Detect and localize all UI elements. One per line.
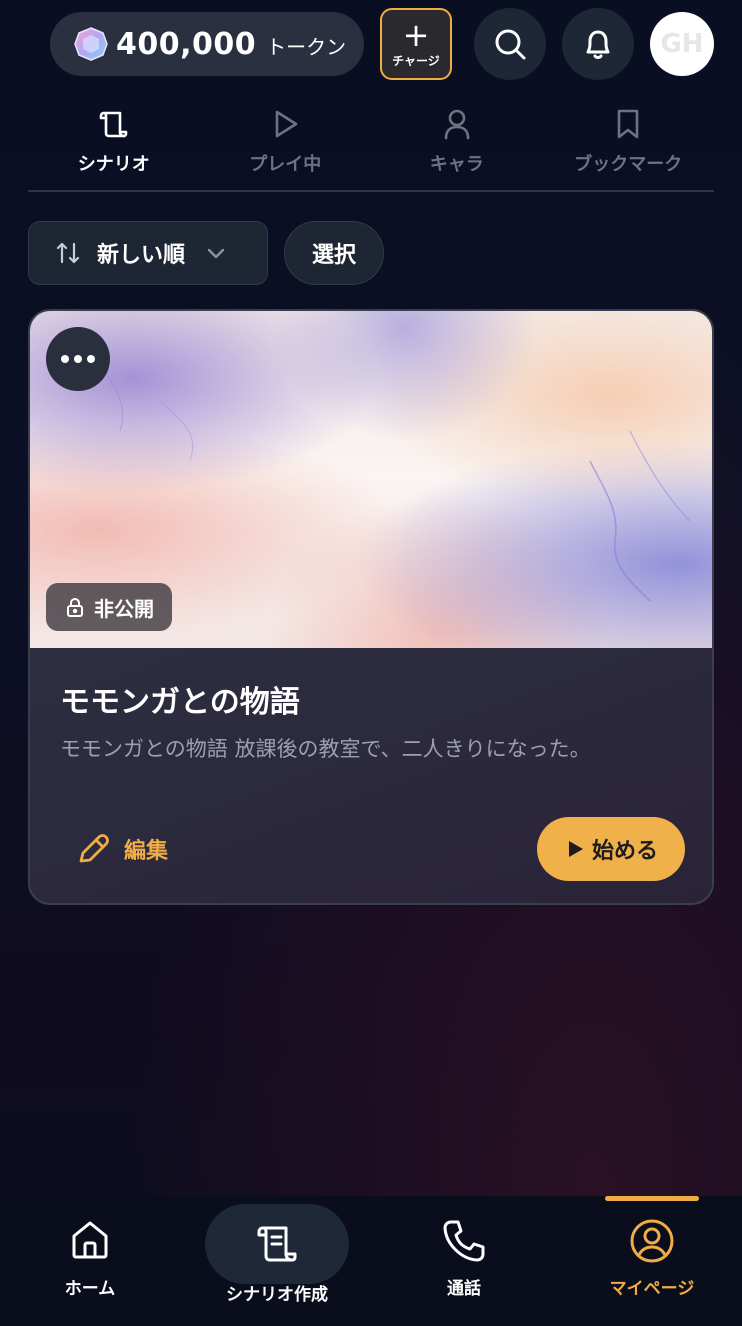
tab-label: シナリオ: [77, 154, 150, 175]
chevron-down-icon: [207, 248, 225, 259]
play-icon: [275, 110, 298, 138]
nav-mypage[interactable]: マイページ: [602, 1196, 702, 1326]
token-amount: 400,000: [116, 26, 257, 62]
tab-label: プレイ中: [249, 154, 322, 175]
sort-label: 新しい順: [97, 243, 186, 268]
gem-icon: [74, 27, 108, 61]
sort-arrows-icon: [56, 242, 80, 264]
tab-playing[interactable]: プレイ中: [200, 100, 372, 190]
edit-label: 編集: [124, 839, 169, 864]
tab-label: ブックマーク: [574, 154, 683, 175]
search-button[interactable]: [474, 8, 546, 80]
nav-home[interactable]: ホーム: [40, 1196, 140, 1326]
nav-label: シナリオ作成: [226, 1285, 328, 1305]
edit-button[interactable]: 編集: [76, 827, 168, 871]
nav-call[interactable]: 通話: [414, 1196, 514, 1326]
sort-dropdown[interactable]: 新しい順: [28, 221, 268, 285]
scroll-icon: [99, 111, 128, 138]
lock-icon: [67, 598, 83, 617]
notifications-button[interactable]: [562, 8, 634, 80]
bookmark-icon: [617, 109, 639, 139]
profile-icon: [630, 1219, 674, 1263]
tab-bookmarks[interactable]: ブックマーク: [543, 100, 715, 190]
scenario-card[interactable]: 非公開 モモンガとの物語 モモンガとの物語 放課後の教室で、二人きりになった。 …: [28, 309, 714, 905]
scroll-icon: [257, 1226, 297, 1262]
scenario-cover-image: 非公開: [30, 311, 712, 648]
tab-label: キャラ: [429, 154, 484, 175]
token-balance[interactable]: 400,000 トークン: [50, 12, 364, 76]
select-button[interactable]: 選択: [284, 221, 384, 285]
scenario-description: モモンガとの物語 放課後の教室で、二人きりになった。: [60, 737, 591, 761]
content-tabs: シナリオ プレイ中 キャラ ブックマーク: [28, 100, 714, 192]
avatar[interactable]: GH: [650, 12, 714, 76]
nav-create-scenario[interactable]: シナリオ作成: [205, 1196, 349, 1326]
visibility-label: 非公開: [94, 596, 154, 621]
more-dots-icon: [74, 355, 82, 363]
scenario-title: モモンガとの物語: [60, 685, 300, 720]
more-dots-icon: [61, 355, 69, 363]
phone-icon: [443, 1220, 485, 1262]
visibility-badge: 非公開: [46, 583, 172, 631]
more-dots-icon: [87, 355, 95, 363]
more-options-button[interactable]: [46, 327, 110, 391]
nav-label: マイページ: [609, 1279, 695, 1299]
play-icon: [568, 841, 583, 857]
plus-icon: +: [402, 15, 430, 54]
charge-label: チャージ: [392, 53, 440, 68]
start-button[interactable]: 始める: [537, 817, 685, 881]
start-label: 始める: [591, 839, 658, 864]
nav-label: ホーム: [64, 1279, 116, 1299]
avatar-initials: GH: [660, 29, 704, 59]
bottom-navigation: ホーム シナリオ作成 通話 マイページ: [0, 1196, 742, 1326]
user-icon: [444, 109, 470, 140]
bell-icon: [586, 30, 610, 59]
tab-characters[interactable]: キャラ: [371, 100, 543, 190]
charge-button[interactable]: + チャージ: [380, 8, 452, 80]
pencil-icon: [79, 834, 109, 863]
home-icon: [72, 1221, 108, 1259]
tab-scenario[interactable]: シナリオ: [28, 100, 200, 190]
search-icon: [495, 29, 526, 60]
select-label: 選択: [311, 243, 356, 268]
top-bar: 400,000 トークン + チャージ GH: [0, 0, 742, 92]
nav-label: 通話: [447, 1279, 481, 1299]
token-unit: トークン: [266, 34, 347, 59]
